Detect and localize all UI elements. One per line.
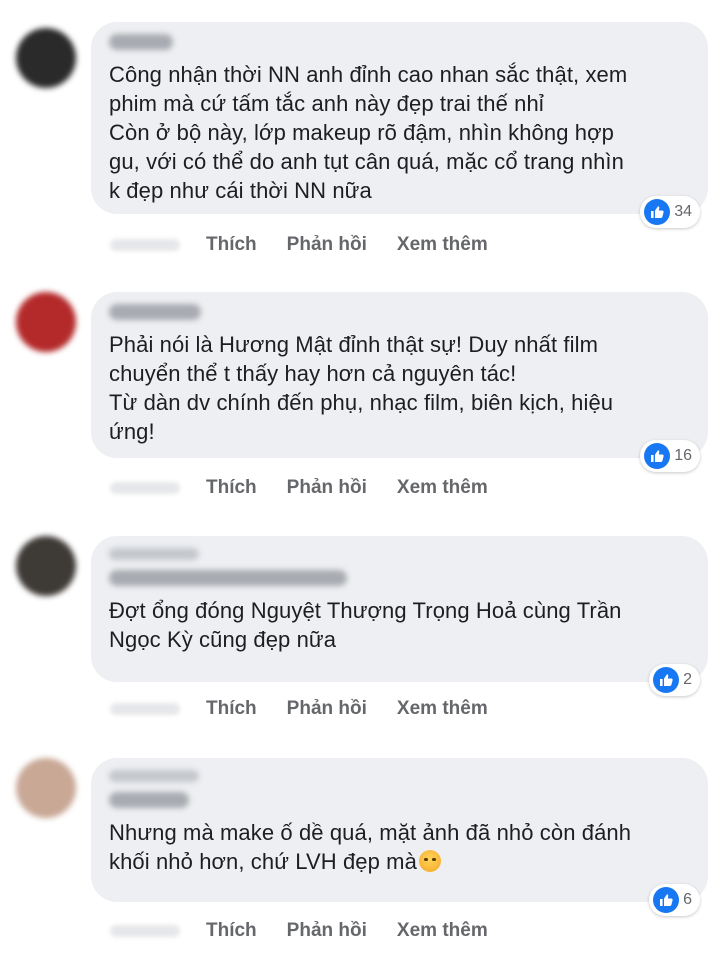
reply-button[interactable]: Phản hồi [287,920,367,942]
comment-actions: Thích Phản hồi Xem thêm [110,920,518,942]
comment-actions: Thích Phản hồi Xem thêm [110,477,518,499]
avatar[interactable] [16,292,76,352]
timestamp[interactable] [110,925,180,937]
comment-text: Phải nói là Hương Mật đỉnh thật sự! Duy … [109,332,614,444]
commenter-name[interactable] [109,34,173,50]
commenter-name[interactable] [109,570,347,586]
like-icon [653,887,680,913]
comment-actions: Thích Phản hồi Xem thêm [110,698,518,720]
reaction-badge[interactable]: 6 [649,884,700,916]
comment-actions: Thích Phản hồi Xem thêm [110,234,518,256]
like-button[interactable]: Thích [206,698,257,720]
smiling-face-with-tear-icon [418,850,441,872]
commenter-name[interactable] [109,792,189,808]
reaction-count: 16 [674,447,692,464]
see-more-button[interactable]: Xem thêm [397,698,488,720]
timestamp[interactable] [110,239,180,251]
see-more-button[interactable]: Xem thêm [397,234,488,256]
comment-bubble: Đợt ổng đóng Nguyệt Thượng Trọng Hoả cùn… [91,536,708,696]
comment-text: Đợt ổng đóng Nguyệt Thượng Trọng Hoả cùn… [109,598,622,652]
like-button[interactable]: Thích [206,234,257,256]
group-badge [109,770,199,782]
comment-bubble: Công nhận thời NN anh đỉnh cao nhan sắc … [91,22,708,228]
comment-text-content: Nhưng mà make ố dề quá, mặt ảnh đã nhỏ c… [109,820,632,874]
see-more-button[interactable]: Xem thêm [397,477,488,499]
avatar[interactable] [16,28,76,88]
avatar[interactable] [16,758,76,818]
reaction-badge[interactable]: 2 [649,664,700,696]
like-icon [644,443,671,469]
reply-button[interactable]: Phản hồi [287,234,367,256]
commenter-name[interactable] [109,304,201,320]
reply-button[interactable]: Phản hồi [287,477,367,499]
reaction-badge[interactable]: 16 [640,440,700,472]
avatar[interactable] [16,536,76,596]
reaction-count: 6 [683,891,692,908]
comment-bubble: Phải nói là Hương Mật đỉnh thật sự! Duy … [91,292,708,472]
see-more-button[interactable]: Xem thêm [397,920,488,942]
reply-button[interactable]: Phản hồi [287,698,367,720]
reaction-badge[interactable]: 34 [640,196,700,228]
like-button[interactable]: Thích [206,920,257,942]
group-badge [109,548,199,560]
reaction-count: 34 [674,203,692,220]
like-icon [653,667,680,693]
comment-text: Nhưng mà make ố dề quá, mặt ảnh đã nhỏ c… [109,818,688,876]
like-button[interactable]: Thích [206,477,257,499]
reaction-count: 2 [683,671,692,688]
timestamp[interactable] [110,703,180,715]
comment-text: Công nhận thời NN anh đỉnh cao nhan sắc … [109,62,628,203]
like-icon [644,199,671,225]
timestamp[interactable] [110,482,180,494]
comment-bubble: Nhưng mà make ố dề quá, mặt ảnh đã nhỏ c… [91,758,708,916]
